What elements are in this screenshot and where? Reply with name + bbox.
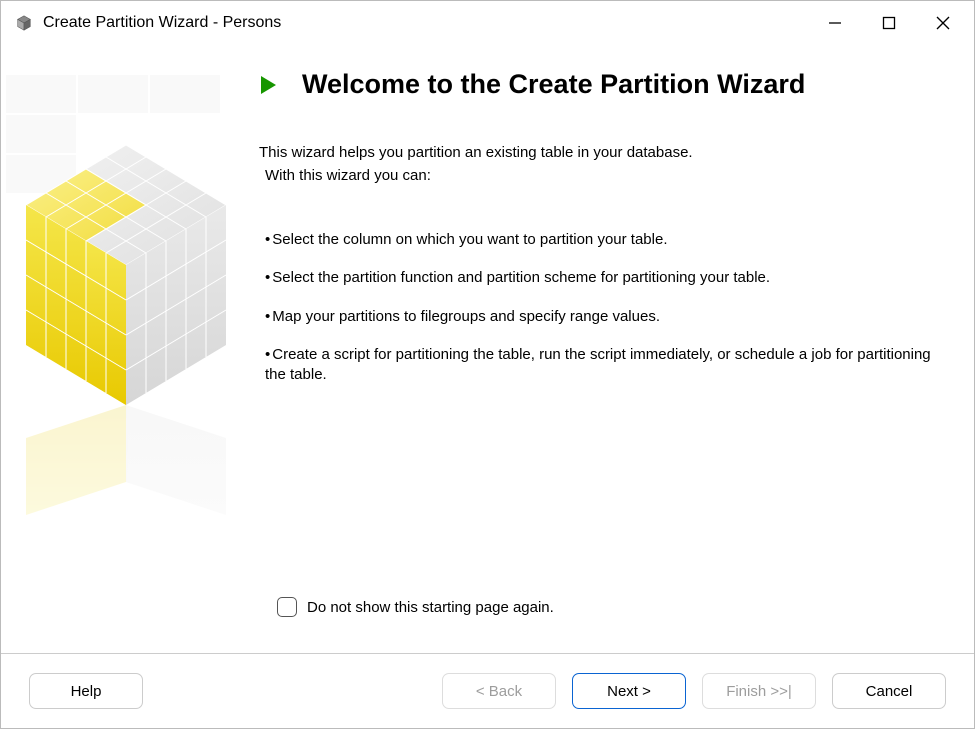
play-icon <box>261 76 276 94</box>
dont-show-again-label: Do not show this starting page again. <box>307 599 554 616</box>
window-title: Create Partition Wizard - Persons <box>43 14 281 32</box>
maximize-button[interactable] <box>862 5 916 41</box>
wizard-content: Welcome to the Create Partition Wizard T… <box>241 45 974 653</box>
bullet-list: Select the column on which you want to p… <box>259 212 938 403</box>
next-button[interactable]: Next > <box>572 673 686 709</box>
wizard-body: Welcome to the Create Partition Wizard T… <box>1 45 974 653</box>
heading-row: Welcome to the Create Partition Wizard <box>259 69 938 100</box>
bullet-item: Select the partition function and partit… <box>265 268 938 288</box>
finish-button[interactable]: Finish >>| <box>702 673 816 709</box>
wizard-footer: Help < Back Next > Finish >>| Cancel <box>1 654 974 728</box>
bullet-item: Create a script for partitioning the tab… <box>265 345 938 386</box>
help-button[interactable]: Help <box>29 673 143 709</box>
dont-show-again-row[interactable]: Do not show this starting page again. <box>259 597 938 617</box>
app-icon <box>15 14 33 32</box>
intro-line-2: With this wizard you can: <box>259 165 938 186</box>
wizard-graphic <box>1 45 241 653</box>
minimize-button[interactable] <box>808 5 862 41</box>
bullet-item: Map your partitions to filegroups and sp… <box>265 307 938 327</box>
title-bar: Create Partition Wizard - Persons <box>1 1 974 45</box>
dont-show-again-checkbox[interactable] <box>277 597 297 617</box>
close-button[interactable] <box>916 5 970 41</box>
page-title: Welcome to the Create Partition Wizard <box>302 69 805 100</box>
back-button[interactable]: < Back <box>442 673 556 709</box>
bullet-item: Select the column on which you want to p… <box>265 230 938 250</box>
intro-text: This wizard helps you partition an exist… <box>259 142 938 188</box>
intro-line-1: This wizard helps you partition an exist… <box>259 142 938 163</box>
cancel-button[interactable]: Cancel <box>832 673 946 709</box>
